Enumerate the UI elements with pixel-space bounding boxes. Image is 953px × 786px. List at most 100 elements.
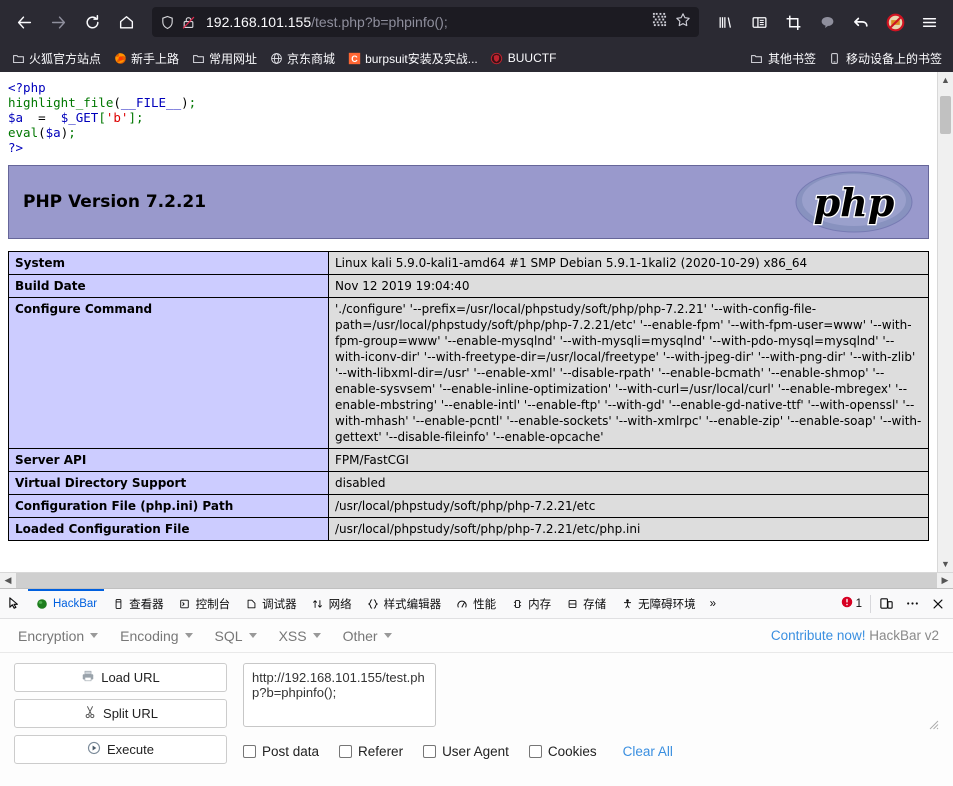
qr-code-icon[interactable] (652, 12, 667, 32)
home-button[interactable] (110, 6, 142, 38)
folder-icon (11, 51, 25, 65)
bookmark-item-0[interactable]: 火狐官方站点 (6, 48, 106, 69)
devtools-panel: HackBar 查看器 控制台 调试器 网络 样式编辑器 性能 内存 存储 无障… (0, 588, 953, 786)
checkbox-box[interactable] (243, 745, 256, 758)
scroll-right-arrow[interactable]: ▶ (937, 575, 953, 586)
bookmark-label: 其他书签 (767, 51, 816, 66)
devtools-overflow-button[interactable]: » (703, 590, 723, 618)
tab-label: 网络 (328, 598, 352, 611)
tab-performance[interactable]: 性能 (448, 590, 503, 618)
checkbox-post-data[interactable]: Post data (243, 744, 319, 759)
tab-inspector[interactable]: 查看器 (104, 590, 171, 618)
tab-memory[interactable]: 内存 (503, 590, 558, 618)
chevron-down-icon (312, 633, 321, 638)
bookmark-item-5[interactable]: BUUCTF (485, 49, 562, 67)
bookmark-label: 移动设备上的书签 (845, 51, 942, 66)
tab-network[interactable]: 网络 (304, 590, 359, 618)
assign-operator: = (23, 110, 61, 125)
menu-sql[interactable]: SQL (205, 624, 267, 648)
php-fn-highlight-file: highlight_file (8, 95, 114, 110)
element-picker-icon[interactable] (2, 590, 28, 618)
checkbox-label: Cookies (547, 744, 597, 759)
responsive-design-mode-icon[interactable] (873, 590, 899, 618)
execute-button[interactable]: Execute (14, 735, 227, 764)
php-fn-eval: eval (8, 125, 39, 140)
checkbox-referer[interactable]: Referer (339, 744, 403, 759)
url-bar[interactable]: 192.168.101.155/test.php?b=phpinfo(); (152, 7, 699, 37)
menu-encoding[interactable]: Encoding (110, 624, 202, 648)
vertical-scroll-track[interactable] (938, 88, 953, 556)
reload-button[interactable] (76, 6, 108, 38)
vertical-scrollbar[interactable]: ▲ ▼ (937, 72, 953, 572)
scroll-down-arrow[interactable]: ▼ (938, 556, 953, 572)
checkbox-box[interactable] (528, 745, 542, 758)
forward-button[interactable] (42, 6, 74, 38)
url-input[interactable] (243, 663, 436, 727)
hackbar-contribute-area: Contribute now! HackBar v2 (771, 628, 945, 643)
scroll-left-arrow[interactable]: ◀ (0, 575, 16, 586)
row-value: disabled (328, 471, 929, 495)
table-row: System Linux kali 5.9.0-kali1-amd64 #1 S… (8, 251, 929, 275)
semicolon: ; (188, 95, 197, 110)
tracking-protection-shield-icon[interactable] (160, 15, 175, 30)
bookmark-item-3[interactable]: 京东商城 (264, 48, 340, 69)
row-value: './configure' '--prefix=/usr/local/phpst… (328, 297, 929, 449)
menu-encryption[interactable]: Encryption (8, 624, 108, 648)
bookmark-mobile-folder[interactable]: 移动设备上的书签 (823, 48, 947, 69)
pocket-icon[interactable] (811, 6, 843, 38)
button-label: Split URL (103, 706, 158, 721)
bookmark-item-2[interactable]: 常用网址 (186, 48, 262, 69)
menu-label: Encryption (18, 627, 85, 644)
tab-storage[interactable]: 存储 (558, 590, 613, 618)
clear-all-link[interactable]: Clear All (623, 744, 673, 759)
phpinfo-output: PHP Version 7.2.21 php System Linux kali… (0, 165, 937, 541)
noscript-icon[interactable] (879, 6, 911, 38)
scroll-up-arrow[interactable]: ▲ (938, 72, 953, 88)
checkbox-user-agent[interactable]: User Agent (423, 744, 509, 759)
more-options-icon[interactable] (899, 590, 925, 618)
bookmark-star-icon[interactable] (675, 12, 691, 33)
checkbox-box[interactable] (423, 745, 437, 758)
menu-label: SQL (214, 627, 243, 644)
bookmark-other-folder[interactable]: 其他书签 (745, 48, 821, 69)
screenshot-icon[interactable] (777, 6, 809, 38)
close-icon[interactable] (925, 590, 951, 618)
vertical-scroll-thumb[interactable] (940, 96, 951, 134)
back-button[interactable] (8, 6, 40, 38)
tab-console[interactable]: 控制台 (171, 590, 238, 618)
sidebar-icon[interactable] (743, 6, 775, 38)
tab-hackbar[interactable]: HackBar (28, 589, 105, 617)
row-key: Configuration File (php.ini) Path (8, 494, 329, 518)
tab-accessibility[interactable]: 无障碍环境 (613, 590, 703, 618)
bookmark-item-4[interactable]: C burpsuit安装及实战... (342, 48, 483, 69)
hackbar-options: Post data Referer User Agent Cookies Cle… (243, 744, 941, 759)
row-value: Nov 12 2019 19:04:40 (328, 274, 929, 298)
tab-label: 查看器 (129, 598, 164, 611)
bookmark-item-1[interactable]: 新手上路 (108, 48, 184, 69)
resize-handle[interactable] (929, 720, 939, 730)
row-key: Virtual Directory Support (8, 471, 329, 495)
error-count-badge[interactable]: 1 (835, 596, 868, 611)
url-text[interactable]: 192.168.101.155/test.php?b=phpinfo(); (206, 14, 646, 30)
checkbox-cookies[interactable]: Cookies (528, 744, 597, 759)
button-label: Execute (107, 742, 154, 757)
toolbar-divider (870, 594, 871, 613)
split-url-button[interactable]: Split URL (14, 699, 227, 728)
tab-style-editor[interactable]: 样式编辑器 (359, 590, 449, 618)
library-icon[interactable] (709, 6, 741, 38)
horizontal-scroll-track[interactable] (16, 573, 937, 588)
checkbox-box[interactable] (339, 745, 353, 758)
bracket-open: [ (98, 110, 106, 125)
row-key: System (8, 251, 329, 275)
menu-other[interactable]: Other (333, 624, 402, 648)
network-icon (311, 598, 325, 610)
hamburger-menu-icon[interactable] (913, 6, 945, 38)
menu-label: XSS (278, 627, 307, 644)
tab-debugger[interactable]: 调试器 (237, 590, 304, 618)
load-url-button[interactable]: Load URL (14, 663, 227, 692)
horizontal-scrollbar[interactable]: ◀ ▶ (0, 572, 953, 588)
insecure-connection-icon[interactable] (181, 15, 196, 30)
contribute-link[interactable]: Contribute now! (771, 628, 866, 643)
menu-xss[interactable]: XSS (269, 624, 331, 648)
sync-back-icon[interactable] (845, 6, 877, 38)
